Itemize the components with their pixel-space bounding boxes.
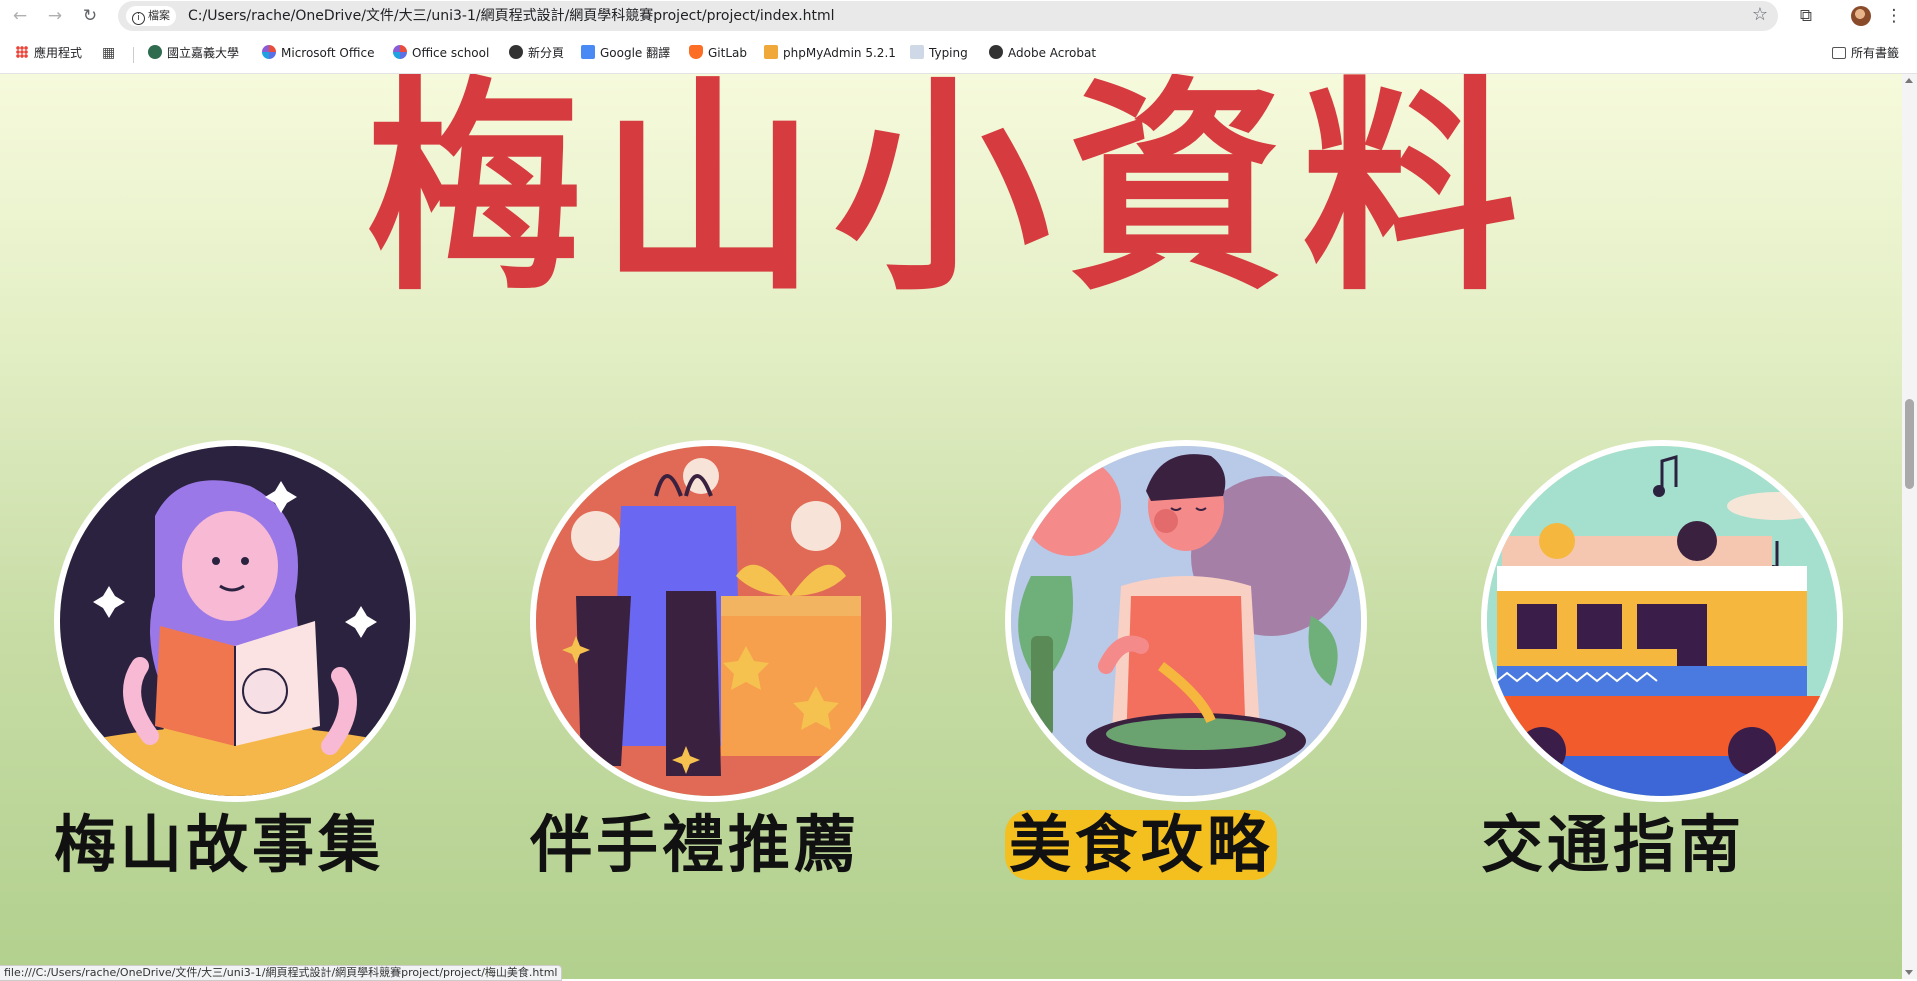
bookmark-gitlab[interactable]: GitLab [689,44,747,62]
back-icon[interactable]: ← [8,4,32,28]
bookmark-ncyu[interactable]: 國立嘉義大學 [148,44,239,62]
card-label-food[interactable]: 美食攻略 [1005,810,1278,880]
bookmark-apps[interactable]: 應用程式 [16,44,82,62]
globe-icon [989,45,1003,59]
menu-icon[interactable]: ⋮ [1882,4,1906,28]
extensions-icon[interactable]: ⧉ [1794,4,1818,28]
bookmarks-bar: 應用程式 ▦ 國立嘉義大學 Microsoft Office Office sc… [0,32,1917,74]
globe-icon [509,45,523,59]
bookmark-typing[interactable]: Typing [910,44,968,62]
bookmark-phpmyadmin[interactable]: phpMyAdmin 5.2.1 [764,44,896,62]
page-title: 梅山小資料 [365,74,1536,322]
apps-grid-icon [16,46,28,58]
typing-icon [910,45,924,59]
reading-girl-illustration[interactable] [54,440,416,802]
scroll-down-icon[interactable] [1905,970,1913,975]
address-bar[interactable]: i 檔案 C:/Users/rache/OneDrive/文件/大三/uni3-1… [118,1,1778,31]
site-info-chip[interactable]: i 檔案 [126,6,176,26]
page-scrollbar[interactable] [1902,74,1917,979]
profile-avatar[interactable] [1851,6,1871,26]
site-info-label: 檔案 [148,9,170,22]
url-text[interactable]: C:/Users/rache/OneDrive/文件/大三/uni3-1/網頁程… [188,1,835,31]
bookmark-adobe-acrobat[interactable]: Adobe Acrobat [989,44,1096,62]
scroll-up-icon[interactable] [1905,78,1913,83]
bookmark-microsoft-office[interactable]: Microsoft Office [262,44,374,62]
all-bookmarks[interactable]: 所有書籤 [1832,44,1899,62]
office-icon [393,45,407,59]
scrollbar-thumb[interactable] [1905,399,1914,489]
cooking-chef-illustration[interactable] [1005,440,1367,802]
translate-icon [581,45,595,59]
forward-icon[interactable]: → [43,4,67,28]
office-icon [262,45,276,59]
bookmark-new-tab[interactable]: 新分頁 [509,44,564,62]
card-label-stories[interactable]: 梅山故事集 [54,810,384,880]
gitlab-icon [689,45,703,59]
folder-icon [1832,47,1846,59]
tab-groups-icon[interactable]: ▦ [102,44,115,62]
bookmark-google-translate[interactable]: Google 翻譯 [581,44,670,62]
bookmark-star-icon[interactable]: ☆ [1752,4,1768,25]
info-icon: i [132,12,145,25]
browser-toolbar: ← → ↻ i 檔案 C:/Users/rache/OneDrive/文件/大三/… [0,0,1917,32]
gift-bags-illustration[interactable] [530,440,892,802]
phpmyadmin-icon [764,45,778,59]
bookmark-separator [133,47,134,63]
page-content: 梅山小資料 梅山故事集 伴手禮推薦 美食攻略 交通指南 [0,74,1902,979]
reload-icon[interactable]: ↻ [78,4,102,28]
card-label-transport[interactable]: 交通指南 [1481,810,1745,880]
card-label-gifts[interactable]: 伴手禮推薦 [530,810,860,880]
university-logo-icon [148,45,162,59]
bookmark-office-school[interactable]: Office school [393,44,489,62]
bus-illustration[interactable] [1481,440,1843,802]
